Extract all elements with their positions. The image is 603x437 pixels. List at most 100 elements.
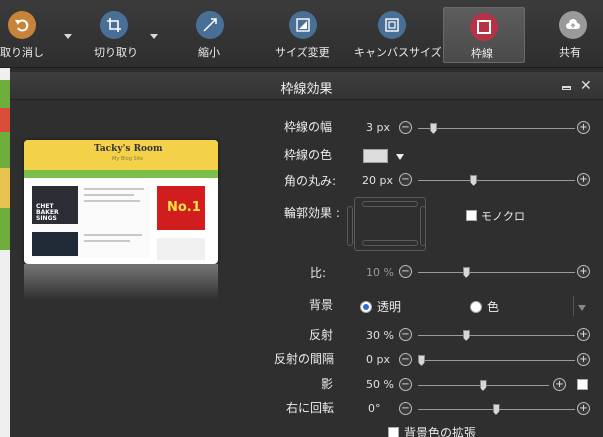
preview-site-title: Tacky's Room — [94, 144, 163, 154]
resize-label: サイズ変更 — [275, 46, 330, 59]
shadow-label: 影 — [321, 377, 334, 391]
share-cloud-icon — [559, 11, 587, 39]
bg-band-red — [0, 108, 10, 132]
preview-image: Tacky's Room My Blog Site CHET BAKER SIN… — [24, 140, 218, 264]
dialog-title: 枠線効果 — [280, 82, 333, 97]
preview-site-subtitle: My Blog Site — [112, 156, 144, 162]
reflection-label: 反射 — [309, 328, 334, 342]
shadow-value: 50 % — [366, 378, 394, 391]
reflection-gap-track — [418, 360, 575, 361]
corner-radius-plus-button[interactable]: + — [577, 173, 590, 186]
preview-watch-image — [32, 232, 78, 256]
outline-effect-label: 輪郭効果 : — [284, 206, 340, 220]
reflection-gap-label: 反射の間隔 — [274, 352, 335, 366]
preview-text-line — [84, 200, 140, 202]
border-width-value: 3 px — [366, 121, 390, 134]
shadow-slider-thumb[interactable] — [479, 380, 487, 391]
undo-icon — [8, 11, 36, 39]
preview-ad-banner: No.1 — [157, 186, 205, 230]
preview-reflection — [24, 264, 218, 300]
reflection-plus-button[interactable]: + — [577, 328, 590, 341]
rotate-right-plus-button[interactable]: + — [577, 402, 590, 415]
share-button[interactable]: 共有 — [552, 0, 596, 66]
outline-bar-bottom — [362, 240, 418, 246]
rotate-right-minus-button[interactable]: − — [399, 402, 412, 415]
border-width-slider-thumb[interactable] — [429, 123, 437, 134]
rotate-right-label: 右に回転 — [286, 401, 335, 415]
crop-label: 切り取り — [94, 46, 138, 59]
border-color-label: 枠線の色 — [284, 148, 333, 162]
preview-text-line — [84, 188, 144, 190]
shadow-minus-button[interactable]: − — [399, 378, 412, 391]
reflection-minus-button[interactable]: − — [399, 328, 412, 341]
border-width-plus-button[interactable]: + — [577, 121, 590, 134]
reflection-gap-slider-thumb[interactable] — [418, 355, 425, 366]
shrink-button[interactable]: 縮小 — [186, 0, 234, 66]
ratio-value: 10 % — [366, 266, 394, 279]
reflection-slider-thumb[interactable] — [462, 330, 470, 341]
border-icon — [470, 13, 498, 41]
shadow-plus-button[interactable]: + — [553, 378, 566, 391]
canvas-size-label: キャンバスサイズ — [354, 46, 442, 59]
border-color-dropdown-icon[interactable] — [396, 154, 404, 160]
bg-band-yellow — [0, 168, 10, 208]
extend-bg-checkbox[interactable] — [388, 427, 399, 437]
preview-header: Tacky's Room My Blog Site — [24, 140, 218, 170]
ratio-minus-button[interactable]: − — [399, 265, 412, 278]
preview-nav — [24, 170, 218, 178]
canvas-size-button[interactable]: キャンバスサイズ — [350, 0, 442, 66]
outline-bar-right — [420, 206, 426, 246]
ratio-slider-thumb[interactable] — [462, 267, 470, 278]
bg-band-green — [0, 80, 10, 250]
background-transparent-radio[interactable] — [360, 301, 372, 313]
rotate-right-slider-thumb[interactable] — [492, 404, 500, 415]
preview-text-line — [84, 194, 134, 196]
minimize-icon[interactable] — [562, 86, 571, 90]
reflection-gap-plus-button[interactable]: + — [577, 353, 590, 366]
outline-bar-left — [347, 206, 353, 246]
border-button[interactable]: 枠線 — [443, 7, 525, 63]
border-color-swatch[interactable] — [363, 149, 388, 163]
corner-radius-minus-button[interactable]: − — [399, 173, 412, 186]
background-color-radio[interactable] — [470, 301, 482, 313]
crop-icon — [100, 11, 128, 39]
app-window: 取り消し 切り取り 縮小 サイズ変更 キャンバスサイズ 枠線 共有 枠線効果 ✕… — [0, 0, 603, 437]
undo-dropdown-arrow[interactable] — [64, 34, 72, 39]
main-toolbar: 取り消し 切り取り 縮小 サイズ変更 キャンバスサイズ 枠線 共有 — [0, 0, 603, 68]
shrink-icon — [196, 11, 224, 39]
preview-text-line — [84, 240, 130, 242]
reflection-value: 30 % — [366, 329, 394, 342]
extend-bg-label: 背景色の拡張 — [404, 426, 477, 437]
background-color-label: 色 — [487, 300, 500, 314]
ratio-plus-button[interactable]: + — [577, 265, 590, 278]
corner-radius-track — [418, 180, 575, 181]
corner-radius-slider-thumb[interactable] — [470, 175, 478, 186]
preview-ad-text: No.1 — [167, 200, 201, 215]
share-label: 共有 — [559, 46, 581, 59]
background-label: 背景 — [309, 298, 334, 312]
border-label: 枠線 — [471, 47, 493, 60]
close-icon[interactable]: ✕ — [580, 78, 592, 94]
preview-sidebar — [157, 238, 205, 260]
corner-radius-value: 20 px — [362, 174, 393, 187]
monochrome-checkbox[interactable] — [466, 210, 477, 221]
shadow-checkbox[interactable] — [577, 379, 588, 390]
background-transparent-label: 透明 — [377, 300, 402, 314]
reflection-gap-minus-button[interactable]: − — [399, 353, 412, 366]
dialog-titlebar[interactable]: 枠線効果 ✕ — [10, 72, 603, 100]
border-width-label: 枠線の幅 — [284, 120, 333, 134]
undo-button[interactable]: 取り消し — [0, 0, 56, 66]
background-color-dropdown-icon[interactable] — [578, 305, 586, 311]
reflection-track — [418, 335, 575, 336]
monochrome-label: モノクロ — [481, 210, 525, 223]
rotate-right-value: 0° — [368, 402, 381, 415]
preview-image-text: CHET BAKER SINGS — [36, 203, 59, 222]
border-width-minus-button[interactable]: − — [399, 121, 412, 134]
background-page-strip — [0, 68, 10, 437]
canvas-size-icon — [378, 11, 406, 39]
crop-button[interactable]: 切り取り — [88, 0, 144, 66]
resize-button[interactable]: サイズ変更 — [272, 0, 334, 66]
ratio-track — [418, 272, 575, 273]
preview-album-image: CHET BAKER SINGS — [32, 186, 78, 224]
crop-dropdown-arrow[interactable] — [150, 34, 158, 39]
